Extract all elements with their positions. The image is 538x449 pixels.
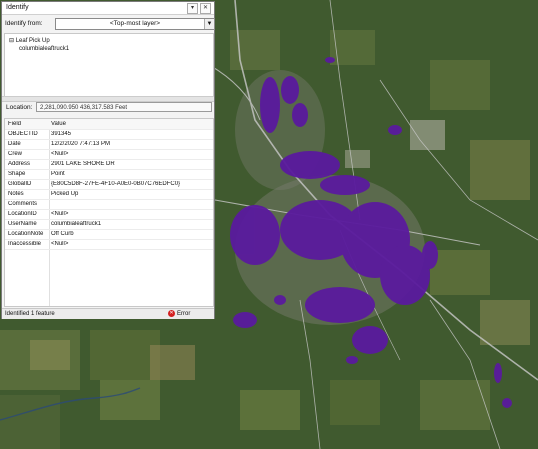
field-value: 12/2/2020 7:47:13 PM: [51, 140, 111, 147]
location-label: Location:: [6, 104, 33, 111]
field-name: LocationNote: [8, 230, 44, 237]
tree-layer-label: Leaf Pick Up: [15, 38, 50, 44]
identify-from-dropdown[interactable]: <Top-most layer> ▼: [55, 18, 215, 30]
status-bar: Identified 1 feature ✕ Error: [2, 308, 214, 319]
field-value: <Null>: [51, 240, 69, 247]
location-row: Location: 2,281,090.950 436,317.583 Feet: [4, 102, 212, 114]
identify-from-row: Identify from: <Top-most layer> ▼: [5, 18, 215, 30]
field-value: <Null>: [51, 210, 69, 217]
tree-layer-node[interactable]: ⊟ Leaf Pick Up: [9, 37, 50, 44]
error-icon: ✕: [168, 310, 175, 317]
error-button[interactable]: ✕ Error: [168, 310, 190, 317]
field-value: 2901 LAKE SHORE DR: [51, 160, 115, 167]
field-value: columbialeaftruck1: [51, 220, 102, 227]
close-icon[interactable]: ✕: [200, 3, 211, 14]
results-tree[interactable]: ⊟ Leaf Pick Up columbialeaftruck1: [4, 33, 214, 97]
chevron-down-icon[interactable]: ▼: [204, 19, 214, 29]
field-value: Off Curb: [51, 230, 74, 237]
status-text: Identified 1 feature: [5, 310, 55, 317]
field-value: {E80C5D8F-27FE-4F10-A0E0-0B07C76EDFC0}: [51, 180, 181, 187]
field-name: Address: [8, 160, 31, 167]
table-row[interactable]: Inaccessible <Null>: [5, 239, 213, 250]
field-name: Notes: [8, 190, 24, 197]
field-name: Crew: [8, 150, 23, 157]
identify-window[interactable]: Identify ▾ ✕ Identify from: <Top-most la…: [1, 1, 215, 319]
field-name: GlobalID: [8, 180, 32, 187]
field-name: Inaccessible: [8, 240, 42, 247]
tree-feature-label: columbialeaftruck1: [19, 46, 70, 52]
field-name: Date: [8, 140, 21, 147]
field-name: OBJECTID: [8, 130, 38, 137]
field-header: Field: [8, 120, 22, 127]
attribute-grid[interactable]: Field Value OBJECTID 391345 Date 12/2/2020…: [4, 118, 214, 307]
field-value: Point: [51, 170, 65, 177]
error-label: Error: [177, 310, 191, 317]
field-value: <Null>: [51, 150, 69, 157]
field-name: Comments: [8, 200, 38, 207]
field-value: 391345: [51, 130, 72, 137]
field-name: LocationID: [8, 210, 37, 217]
location-field[interactable]: 2,281,090.950 436,317.583 Feet: [36, 102, 212, 112]
identify-from-value: <Top-most layer>: [109, 20, 161, 27]
window-title: Identify: [6, 4, 29, 11]
field-name: UserName: [8, 220, 37, 227]
auto-hide-pin-icon[interactable]: ▾: [187, 3, 198, 14]
value-header: Value: [51, 120, 66, 127]
field-value: Picked Up: [51, 190, 79, 197]
field-name: Shape: [8, 170, 26, 177]
location-value: 2,281,090.950 436,317.583 Feet: [40, 105, 128, 111]
tree-feature-node[interactable]: columbialeaftruck1: [19, 46, 69, 52]
collapse-icon[interactable]: ⊟: [9, 38, 16, 44]
identify-title-bar[interactable]: Identify ▾ ✕: [2, 2, 214, 15]
identify-from-label: Identify from:: [5, 20, 43, 27]
